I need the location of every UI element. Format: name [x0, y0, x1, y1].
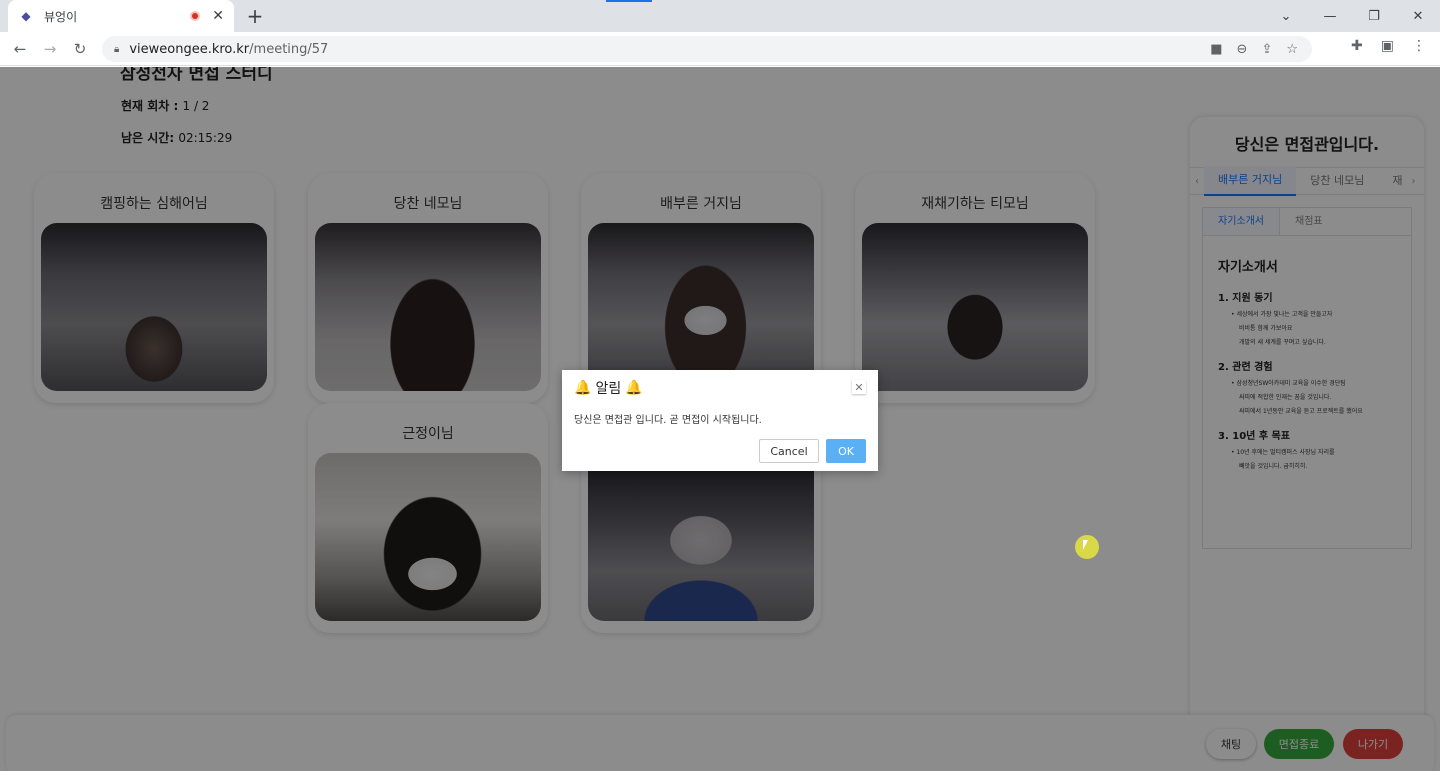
bell-icon: 🔔 [574, 380, 592, 396]
browser-tab-bar: ◆ 뷰엉이 ✕ + ⌄ — ❐ ✕ [0, 0, 1440, 32]
browser-toolbar: ← → ↻ 🔒︎ vieweongee.kro.kr/meeting/57 ■ … [0, 32, 1440, 66]
cancel-button[interactable]: Cancel [759, 439, 819, 463]
dialog-title-text: 알림 [595, 381, 622, 397]
recording-indicator-icon [190, 11, 201, 21]
dialog-title: 🔔 알림 🔔 [574, 378, 643, 398]
dialog-close-icon[interactable]: ✕ [852, 380, 866, 394]
camera-icon[interactable]: ■ [1210, 42, 1222, 57]
minimize-button[interactable]: — [1308, 0, 1352, 32]
new-tab-button[interactable]: + [244, 4, 266, 28]
share-icon[interactable]: ⇪ [1261, 42, 1272, 57]
owl-favicon-icon: ◆ [21, 9, 31, 23]
lock-icon: 🔒︎ [114, 43, 120, 55]
tab-close-icon[interactable]: ✕ [212, 8, 224, 24]
tab-strip-accent [606, 0, 652, 2]
tab-title: 뷰엉이 [44, 9, 78, 24]
address-bar[interactable]: 🔒︎ vieweongee.kro.kr/meeting/57 ■ ⊖ ⇪ ☆ [102, 36, 1312, 62]
restore-button[interactable]: ❐ [1352, 0, 1396, 32]
zoom-icon[interactable]: ⊖ [1237, 42, 1248, 57]
extensions-puzzle-icon[interactable]: ✚ [1351, 38, 1363, 54]
tab-search-icon[interactable]: ⌄ [1264, 0, 1308, 32]
bookmark-star-icon[interactable]: ☆ [1286, 42, 1298, 57]
url-text: vieweongee.kro.kr/meeting/57 [129, 41, 329, 57]
mouse-cursor-icon [1075, 535, 1099, 559]
browser-tab[interactable]: ◆ 뷰엉이 ✕ [8, 0, 234, 32]
ok-button[interactable]: OK [826, 439, 866, 463]
menu-kebab-icon[interactable]: ⋮ [1412, 38, 1426, 54]
reload-icon[interactable]: ↻ [69, 38, 91, 60]
forward-arrow-icon[interactable]: → [39, 38, 61, 60]
window-controls: ⌄ — ❐ ✕ [1264, 0, 1440, 32]
alert-dialog: 🔔 알림 🔔 ✕ 당신은 면접관 입니다. 곧 면접이 시작됩니다. Cance… [562, 370, 878, 471]
dialog-message: 당신은 면접관 입니다. 곧 면접이 시작됩니다. [574, 415, 762, 426]
bell-icon: 🔔 [625, 380, 643, 396]
side-panel-icon[interactable]: ▣ [1381, 38, 1394, 54]
back-arrow-icon[interactable]: ← [9, 38, 31, 60]
close-window-button[interactable]: ✕ [1396, 0, 1440, 32]
